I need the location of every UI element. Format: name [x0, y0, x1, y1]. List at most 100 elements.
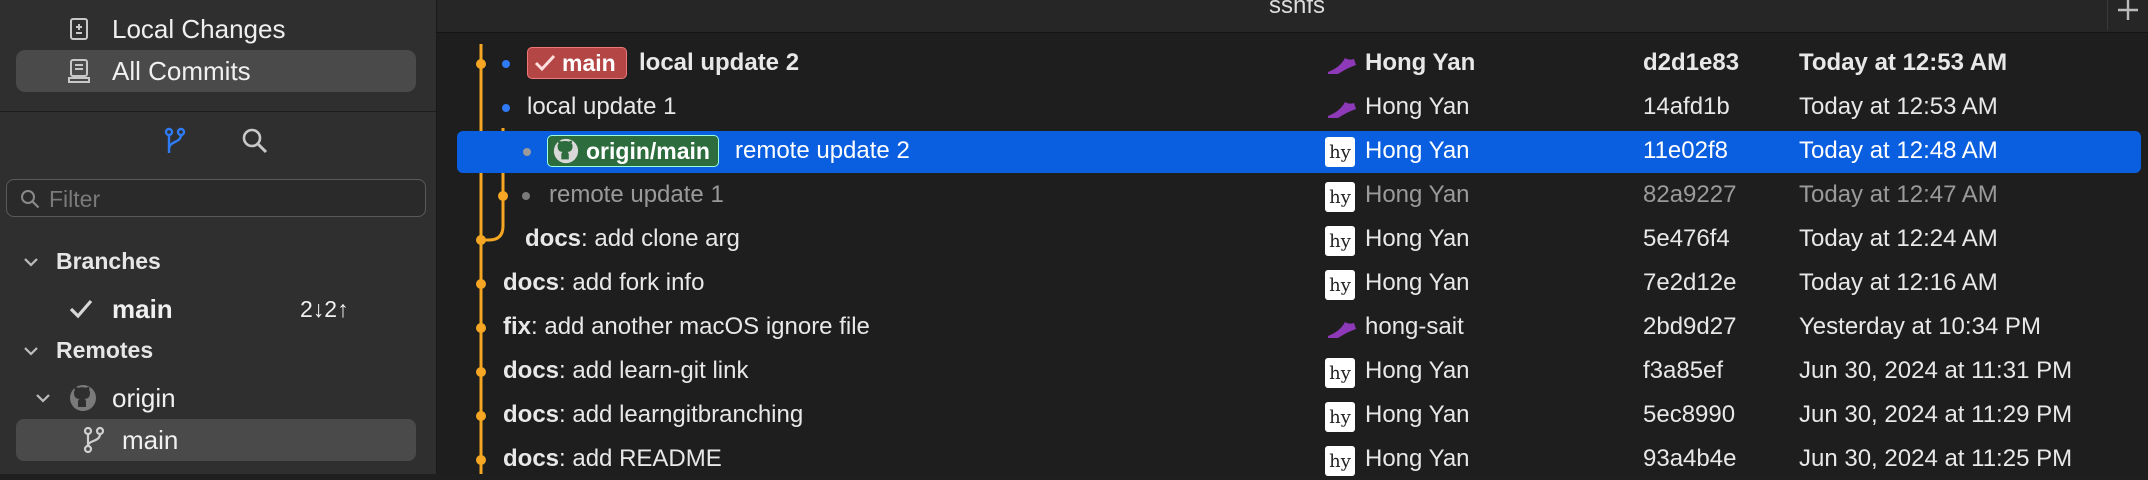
commit-hash: 2bd9d27: [1643, 313, 1737, 340]
shoe-avatar-icon: [1328, 58, 1356, 74]
commit-row[interactable]: docs: add fork info hy Hong Yan 7e2d12e …: [457, 264, 2141, 304]
branch-icon[interactable]: [160, 126, 190, 156]
search-icon[interactable]: [240, 126, 270, 156]
commit-author: Hong Yan: [1365, 357, 1470, 384]
hy-avatar-icon: hy: [1325, 446, 1355, 476]
commit-date: Today at 12:24 AM: [1799, 225, 1998, 252]
commit-row[interactable]: remote update 1 hy Hong Yan 82a9227 Toda…: [457, 176, 2141, 216]
hy-avatar-icon: hy: [1325, 226, 1355, 256]
commit-type: docs: [503, 357, 560, 384]
commit-type: fix: [503, 313, 532, 340]
commit-summary: : add another macOS ignore file: [531, 313, 870, 340]
commit-date: Jun 30, 2024 at 11:29 PM: [1799, 401, 2073, 428]
commit-summary: : add README: [559, 445, 722, 472]
commit-author: Hong Yan: [1365, 181, 1470, 208]
commit-message: fix: add another macOS ignore file: [503, 313, 870, 341]
commit-message: docs: add fork info: [503, 269, 704, 297]
commit-date: Jun 30, 2024 at 11:31 PM: [1799, 357, 2073, 384]
branch-name: main: [112, 294, 173, 324]
commit-author: hong-sait: [1365, 313, 1464, 340]
commit-row[interactable]: docs: add clone arg hy Hong Yan 5e476f4 …: [457, 220, 2141, 260]
remote-name: origin: [112, 383, 176, 413]
commit-hash: 5ec8990: [1643, 401, 1736, 428]
branch-ahead-behind: 2↓2↑: [300, 296, 349, 322]
remote-item-origin[interactable]: origin: [16, 377, 416, 419]
commit-row[interactable]: docs: add learngitbranching hy Hong Yan …: [457, 396, 2141, 436]
sidebar-divider: [0, 111, 436, 112]
commit-hash: f3a85ef: [1643, 357, 1724, 384]
nav-local-changes-label: Local Changes: [112, 14, 286, 44]
commit-message: docs: add README: [503, 445, 722, 473]
branch-badge-origin-main[interactable]: origin/main: [547, 135, 719, 167]
commit-row[interactable]: docs: add README hy Hong Yan 93a4b4e Jun…: [457, 440, 2141, 480]
commit-type: docs: [525, 225, 582, 252]
commit-hash: 7e2d12e: [1643, 269, 1737, 296]
commit-message: remote update 2: [735, 137, 910, 164]
branches-header[interactable]: Branches: [20, 248, 161, 275]
commit-author: Hong Yan: [1365, 269, 1470, 296]
commit-date: Jun 30, 2024 at 11:25 PM: [1799, 445, 2073, 472]
shoe-avatar-icon: [1328, 102, 1356, 118]
local-commit-dot: [502, 104, 510, 112]
commit-hash: 14afd1b: [1643, 93, 1730, 120]
chevron-down-icon: [24, 346, 38, 356]
local-changes-icon: [70, 18, 88, 40]
commit-author: Hong Yan: [1365, 93, 1470, 120]
commit-date: Yesterday at 10:34 PM: [1799, 313, 2041, 340]
commit-hash: d2d1e83: [1643, 49, 1740, 76]
plus-icon[interactable]: [2107, 0, 2148, 30]
commit-author: Hong Yan: [1365, 137, 1470, 164]
commit-row[interactable]: docs: add learn-git link hy Hong Yan f3a…: [457, 352, 2141, 392]
hy-avatar-icon: hy: [1325, 270, 1355, 300]
commit-message: local update 2: [639, 49, 800, 76]
sidebar: Local Changes All Commits Branches main …: [0, 0, 437, 474]
commit-summary: : add learngitbranching: [559, 401, 804, 428]
commit-date: Today at 12:53 AM: [1799, 49, 2008, 76]
commit-history-pane: sshfs main local update 2 Hong Yan d2d1e…: [437, 0, 2148, 476]
commit-date: Today at 12:47 AM: [1799, 181, 1998, 208]
commit-type: docs: [503, 445, 560, 472]
commit-row[interactable]: local update 1 Hong Yan 14afd1b Today at…: [457, 88, 2141, 128]
commit-message: local update 1: [527, 93, 677, 120]
hy-avatar-icon: hy: [1325, 137, 1355, 167]
hy-avatar-icon: hy: [1325, 358, 1355, 388]
window-title: sshfs: [1268, 0, 1325, 19]
github-icon: [553, 138, 579, 164]
branch-icon: [83, 426, 105, 454]
commit-message: docs: add learn-git link: [503, 357, 748, 385]
filter-search-icon: [21, 190, 40, 209]
commit-row[interactable]: main local update 2 Hong Yan d2d1e83 Tod…: [457, 44, 2141, 84]
commit-row-selected[interactable]: origin/main remote update 2 hy Hong Yan …: [457, 131, 2141, 173]
commit-date: Today at 12:16 AM: [1799, 269, 1998, 296]
branch-badge-main[interactable]: main: [527, 47, 627, 79]
remote-commit-dot: [523, 148, 531, 156]
shoe-avatar-icon: [1328, 322, 1356, 338]
nav-all-commits[interactable]: All Commits: [16, 50, 416, 92]
filter-input[interactable]: [47, 180, 411, 218]
branch-item-main[interactable]: main 2↓2↑: [16, 288, 416, 330]
commit-message: docs: add learngitbranching: [503, 401, 803, 429]
commit-author: Hong Yan: [1365, 401, 1470, 428]
hy-avatar-icon: hy: [1325, 402, 1355, 432]
commit-message: docs: add clone arg: [525, 225, 740, 253]
commit-type: docs: [503, 269, 560, 296]
branches-header-label: Branches: [56, 248, 161, 274]
filter-field[interactable]: [6, 179, 426, 218]
commit-author: Hong Yan: [1365, 225, 1470, 252]
checkmark-icon: [69, 299, 93, 319]
commit-author: Hong Yan: [1365, 445, 1470, 472]
all-commits-icon: [68, 59, 90, 83]
commit-hash: 93a4b4e: [1643, 445, 1737, 472]
remotes-header-label: Remotes: [56, 337, 154, 363]
remotes-header[interactable]: Remotes: [20, 337, 153, 364]
remote-branch-item-main[interactable]: main: [16, 419, 416, 461]
branch-badge-label: main: [562, 49, 616, 76]
commit-summary: : add learn-git link: [559, 357, 749, 384]
checkmark-icon: [534, 54, 556, 72]
chevron-down-icon: [36, 394, 50, 403]
nav-local-changes[interactable]: Local Changes: [16, 8, 416, 50]
commit-message: remote update 1: [549, 181, 724, 208]
commit-hash: 11e02f8: [1643, 137, 1728, 164]
commit-row[interactable]: fix: add another macOS ignore file hong-…: [457, 308, 2141, 348]
github-icon: [70, 385, 96, 411]
